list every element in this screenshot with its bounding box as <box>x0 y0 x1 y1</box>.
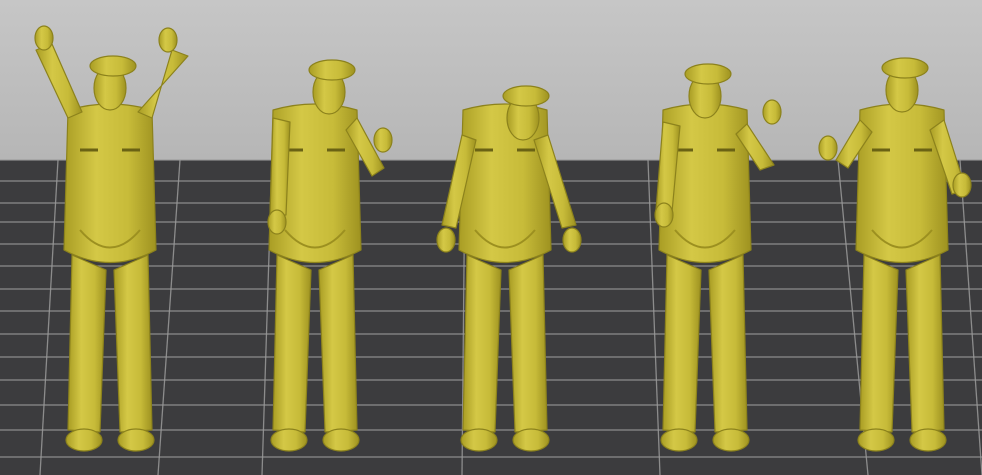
arm <box>269 117 291 216</box>
cap <box>89 55 137 77</box>
leg-right <box>708 254 748 433</box>
shoe-right <box>512 428 550 452</box>
shoe-left <box>660 428 698 452</box>
leg-right <box>318 254 358 433</box>
leg-right <box>113 254 153 433</box>
shoe-right <box>117 428 155 452</box>
hand <box>267 209 287 235</box>
leg-left <box>462 254 502 433</box>
shoe-left <box>65 428 103 452</box>
arm <box>137 49 189 119</box>
hand <box>762 99 782 125</box>
3d-viewport[interactable] <box>0 0 982 475</box>
arm <box>35 43 83 119</box>
shoe-left <box>270 428 308 452</box>
hand <box>654 202 674 228</box>
cap <box>684 63 732 85</box>
cap <box>308 59 356 81</box>
leg-left <box>272 254 312 433</box>
shoe-left <box>857 428 895 452</box>
torso <box>63 103 157 263</box>
shoe-right <box>712 428 750 452</box>
hand <box>436 227 456 253</box>
shoe-right <box>322 428 360 452</box>
hand <box>952 172 972 198</box>
leg-left <box>859 254 899 433</box>
leg-left <box>662 254 702 433</box>
shoe-right <box>909 428 947 452</box>
shoe-left <box>460 428 498 452</box>
hand <box>373 127 393 153</box>
leg-right <box>905 254 945 433</box>
hand <box>562 227 582 253</box>
cap <box>502 85 550 107</box>
cap <box>881 57 929 79</box>
build-plate-scene[interactable] <box>0 0 982 475</box>
leg-right <box>508 254 548 433</box>
leg-left <box>67 254 107 433</box>
hand <box>158 27 178 53</box>
hand <box>818 135 838 161</box>
hand <box>34 25 54 51</box>
